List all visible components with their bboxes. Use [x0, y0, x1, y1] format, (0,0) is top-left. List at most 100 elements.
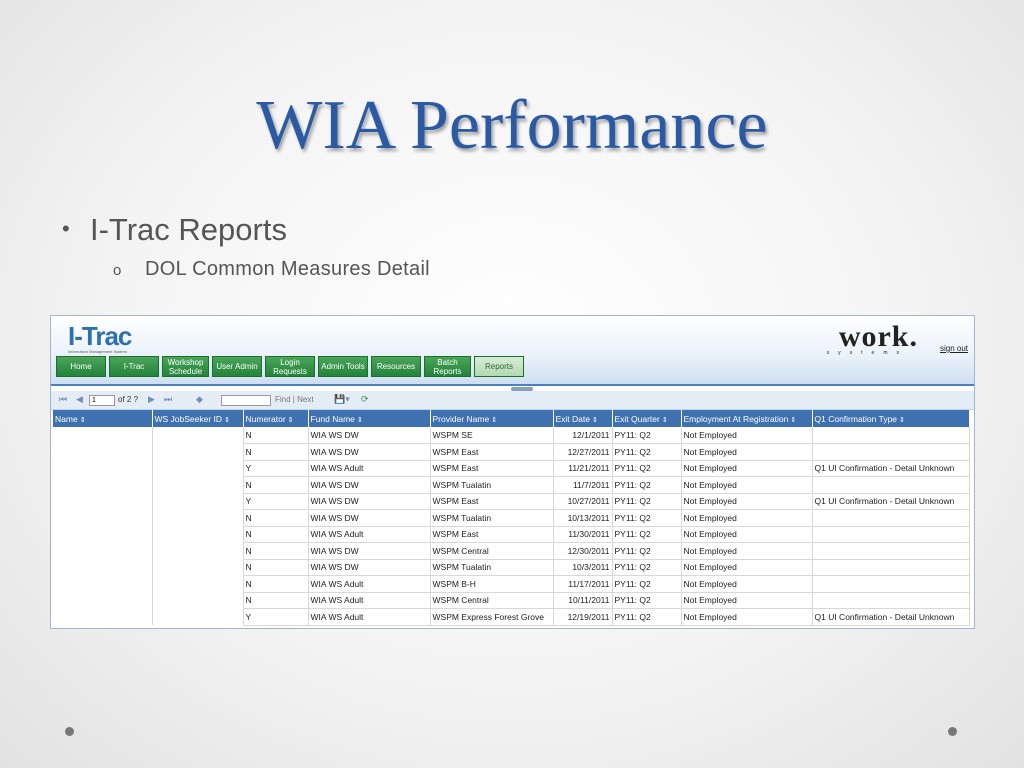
col-employment[interactable]: Employment At Registration ⇕	[681, 410, 813, 427]
table-cell: WSPM Tualatin	[430, 559, 554, 576]
nav-batch-reports[interactable]: Batch Reports	[424, 356, 471, 377]
export-icon[interactable]: 💾▾	[334, 394, 350, 405]
table-cell: WIA WS DW	[308, 559, 431, 576]
table-cell: WSPM SE	[430, 427, 554, 444]
report-table-body: N WIA WS DW WSPM SE 12/1/2011 PY11: Q2 Not Em…	[53, 427, 970, 626]
table-cell: Q1 UI Confirmation - Detail Unknown	[812, 608, 970, 626]
table-cell	[812, 575, 970, 593]
sub-bullet-marker: o	[113, 262, 122, 279]
table-cell: Not Employed	[681, 526, 813, 543]
refresh-icon[interactable]: ⟳	[361, 394, 369, 405]
table-cell: 11/21/2011	[553, 460, 613, 477]
table-cell: 10/27/2011	[553, 493, 613, 510]
table-cell: 10/3/2011	[553, 559, 613, 576]
table-row: Y WIA WS Adult WSPM Express Forest Grove 12…	[53, 608, 970, 626]
work-systems-subtitle: systems	[826, 350, 908, 356]
table-cell: WIA WS DW	[308, 476, 431, 494]
table-cell	[812, 476, 970, 494]
table-cell: 12/30/2011	[553, 542, 613, 560]
col-name[interactable]: Name ⇕	[53, 410, 153, 427]
table-cell	[53, 608, 153, 625]
table-cell: PY11: Q2	[612, 509, 682, 527]
report-table: Name ⇕ WS JobSeeker ID ⇕ Numerator ⇕ Fund N…	[53, 410, 970, 626]
back-icon[interactable]: ◆	[196, 394, 203, 405]
find-next-link[interactable]: Find | Next	[275, 395, 314, 404]
table-cell: Y	[243, 493, 309, 510]
decorative-dot-left	[65, 727, 74, 736]
table-cell: Not Employed	[681, 575, 813, 593]
table-cell	[53, 559, 153, 576]
table-cell	[53, 443, 153, 460]
table-cell: Not Employed	[681, 493, 813, 510]
table-cell: Y	[243, 608, 309, 626]
nav-resources[interactable]: Resources	[371, 356, 421, 377]
col-provider-name[interactable]: Provider Name ⇕	[430, 410, 554, 427]
next-page-icon[interactable]: ▶	[148, 394, 155, 405]
find-input[interactable]	[221, 395, 271, 406]
table-row: Y WIA WS DW WSPM East 10/27/2011 PY11: Q2 Not…	[53, 493, 970, 510]
table-cell: PY11: Q2	[612, 493, 682, 510]
table-cell: N	[243, 542, 309, 560]
table-cell: WIA WS Adult	[308, 575, 431, 593]
table-cell: 10/13/2011	[553, 509, 613, 527]
col-jobseeker-id[interactable]: WS JobSeeker ID ⇕	[152, 410, 244, 427]
table-row: N WIA WS DW WSPM SE 12/1/2011 PY11: Q2 Not Em…	[53, 427, 970, 444]
sign-out-link[interactable]: sign out	[940, 344, 968, 353]
table-cell	[152, 575, 244, 592]
table-cell	[812, 559, 970, 576]
slide-title: WIA Performance	[256, 87, 768, 164]
itrac-logo[interactable]: I-Trac Information Management System	[68, 321, 132, 354]
table-cell	[152, 592, 244, 609]
table-cell: Not Employed	[681, 476, 813, 494]
col-fund-name[interactable]: Fund Name ⇕	[308, 410, 431, 427]
app-header: I-Trac Information Management System wor…	[51, 316, 974, 386]
col-exit-quarter[interactable]: Exit Quarter ⇕	[612, 410, 682, 427]
nav-workshop-schedule[interactable]: Workshop Schedule	[162, 356, 209, 377]
table-cell: N	[243, 592, 309, 609]
col-exit-date[interactable]: Exit Date ⇕	[553, 410, 613, 427]
table-cell: Not Employed	[681, 509, 813, 527]
table-cell: Not Employed	[681, 559, 813, 576]
nav-user-admin[interactable]: User Admin	[212, 356, 262, 377]
table-cell: Not Employed	[681, 608, 813, 626]
table-cell: WIA WS Adult	[308, 608, 431, 626]
table-row: N WIA WS DW WSPM Tualatin 10/13/2011 PY11: Q…	[53, 509, 970, 527]
table-cell: WSPM East	[430, 493, 554, 510]
nav-admin-tools[interactable]: Admin Tools	[318, 356, 368, 377]
table-cell: Not Employed	[681, 443, 813, 461]
table-cell	[53, 542, 153, 559]
table-cell	[53, 509, 153, 526]
nav-home[interactable]: Home	[56, 356, 106, 377]
table-cell: PY11: Q2	[612, 427, 682, 444]
table-cell	[53, 575, 153, 592]
page-count: of 2 ?	[118, 395, 139, 404]
table-cell	[152, 460, 244, 477]
itrac-screenshot: I-Trac Information Management System wor…	[50, 315, 975, 629]
table-cell: WSPM East	[430, 526, 554, 543]
sub-bullet-text: DOL Common Measures Detail	[145, 258, 430, 280]
table-cell: WIA WS DW	[308, 493, 431, 510]
nav-reports[interactable]: Reports	[474, 356, 524, 377]
table-cell: N	[243, 526, 309, 543]
table-row: N WIA WS DW WSPM Tualatin 10/3/2011 PY11: Q2…	[53, 559, 970, 576]
nav-login-requests[interactable]: Login Requests	[265, 356, 315, 377]
table-cell	[152, 493, 244, 510]
table-cell	[152, 476, 244, 493]
table-cell: 11/30/2011	[553, 526, 613, 543]
sub-bullet-dol-measures: o DOL Common Measures Detail	[113, 258, 430, 281]
col-q1-confirmation[interactable]: Q1 Confirmation Type ⇕	[812, 410, 970, 427]
table-cell	[152, 526, 244, 543]
table-row: N WIA WS Adult WSPM B-H 11/17/2011 PY11: Q2 N…	[53, 575, 970, 593]
last-page-icon[interactable]: ⏭	[164, 394, 172, 405]
page-number-input[interactable]	[89, 395, 115, 406]
nav-itrac[interactable]: I-Trac	[109, 356, 159, 377]
table-row: N WIA WS DW WSPM East 12/27/2011 PY11: Q2 Not…	[53, 443, 970, 461]
first-page-icon[interactable]: ⏮	[59, 394, 67, 405]
table-cell	[152, 509, 244, 526]
table-cell: PY11: Q2	[612, 559, 682, 576]
table-cell	[812, 526, 970, 543]
col-numerator[interactable]: Numerator ⇕	[243, 410, 309, 427]
table-cell: 12/27/2011	[553, 443, 613, 461]
prev-page-icon[interactable]: ◀	[76, 394, 83, 405]
table-cell	[53, 476, 153, 493]
